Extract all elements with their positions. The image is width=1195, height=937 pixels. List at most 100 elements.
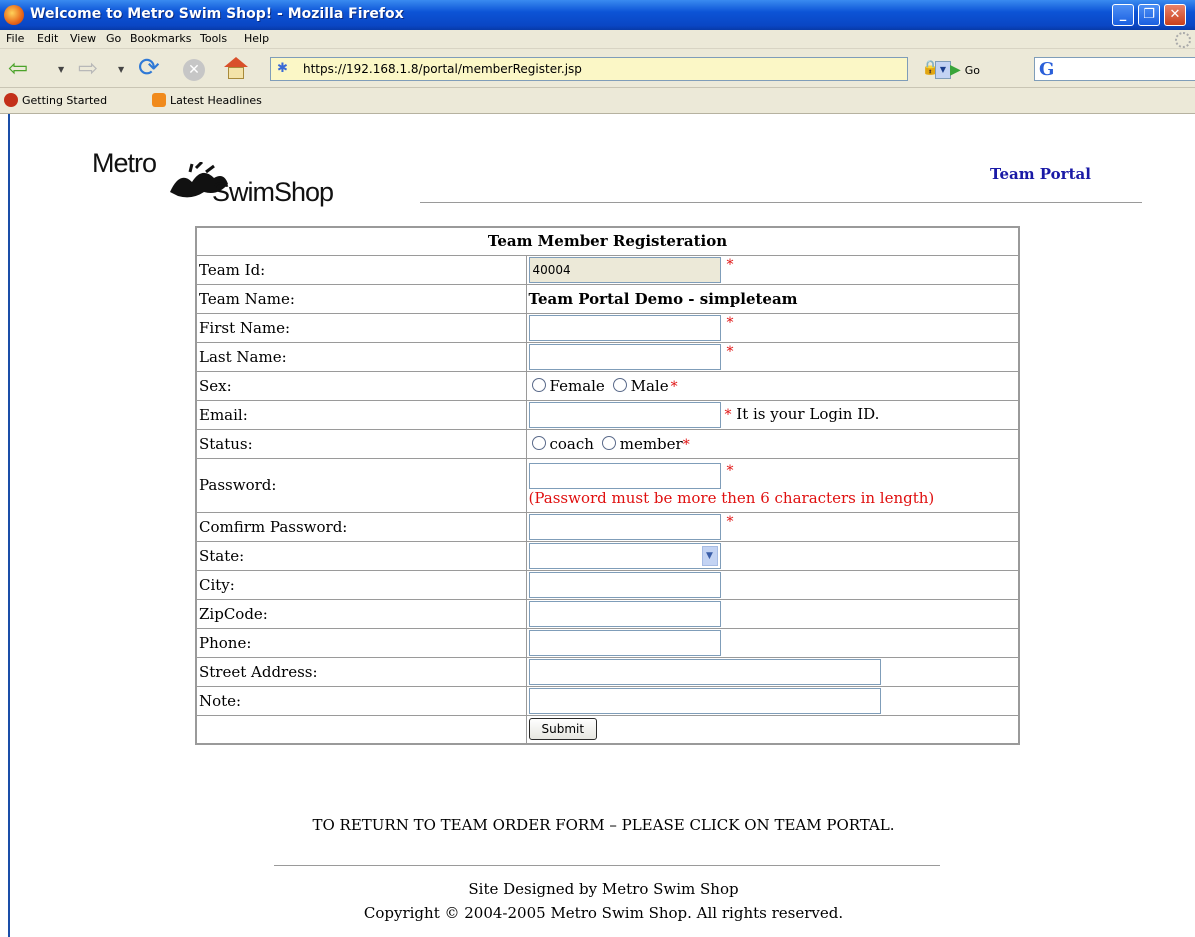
return-instructions: TO RETURN TO TEAM ORDER FORM – PLEASE CL… bbox=[312, 816, 895, 834]
bookmarks-toolbar: Getting Started Latest Headlines bbox=[0, 88, 1195, 114]
close-button[interactable]: ✕ bbox=[1164, 4, 1186, 26]
sex-required-mark: * bbox=[670, 378, 678, 395]
zipcode-input[interactable] bbox=[528, 600, 721, 627]
phone-label: Phone: bbox=[195, 627, 527, 658]
status-label: Status: bbox=[195, 428, 527, 459]
first-name-required-mark: * bbox=[726, 314, 734, 331]
last-name-required-mark: * bbox=[726, 343, 734, 360]
team-name-value: Team Portal Demo - simpleteam bbox=[525, 283, 1020, 314]
address-url[interactable]: https://192.168.1.8/portal/memberRegiste… bbox=[303, 62, 582, 76]
city-label: City: bbox=[195, 569, 527, 600]
password-input[interactable] bbox=[528, 463, 721, 489]
minimize-button[interactable]: _ bbox=[1112, 4, 1134, 26]
email-required-mark: * bbox=[724, 406, 732, 423]
throbber-icon bbox=[1175, 32, 1191, 48]
password-required-mark: * bbox=[726, 463, 734, 479]
confirm-password-required-mark: * bbox=[726, 513, 734, 530]
email-hint: It is your Login ID. bbox=[736, 404, 880, 423]
home-icon[interactable] bbox=[224, 57, 248, 79]
team-id-input bbox=[528, 256, 721, 283]
status-required-mark: * bbox=[682, 436, 690, 453]
bookmark-latest-headlines-label: Latest Headlines bbox=[170, 94, 262, 107]
status-member-radio[interactable] bbox=[601, 435, 616, 450]
google-search-icon: G bbox=[1039, 59, 1055, 80]
sex-label: Sex: bbox=[195, 370, 527, 401]
menu-bookmarks[interactable]: Bookmarks bbox=[130, 32, 191, 45]
bookmark-getting-started-label: Getting Started bbox=[22, 94, 108, 107]
header-divider bbox=[420, 202, 1142, 203]
confirm-password-label: Comfirm Password: bbox=[195, 511, 527, 542]
navigation-toolbar: ⇦ ▼ ⇨ ▼ ⟳ ✕ ✱ https://192.168.1.8/portal… bbox=[0, 49, 1195, 88]
go-arrow-icon: ▶ bbox=[950, 62, 961, 78]
maximize-button[interactable]: ❐ bbox=[1138, 4, 1160, 26]
logo-text-swimshop: SwimShop bbox=[212, 177, 334, 207]
street-address-label: Street Address: bbox=[195, 656, 527, 687]
confirm-password-input[interactable] bbox=[528, 513, 721, 540]
submit-row-spacer bbox=[195, 714, 527, 745]
address-dropdown-icon[interactable]: ▼ bbox=[935, 61, 951, 79]
status-member-label: member bbox=[619, 434, 683, 453]
logo-text-metro: Metro bbox=[92, 148, 157, 178]
team-name-label: Team Name: bbox=[195, 283, 527, 314]
go-label: Go bbox=[964, 64, 981, 77]
menu-bar: File Edit View Go Bookmarks Tools Help bbox=[0, 30, 1195, 49]
back-history-dropdown-icon[interactable]: ▼ bbox=[58, 65, 64, 74]
minimize-icon: _ bbox=[1119, 7, 1127, 22]
city-input[interactable] bbox=[528, 571, 721, 598]
bookmark-getting-started[interactable]: Getting Started bbox=[4, 93, 107, 107]
password-hint: (Password must be more then 6 characters… bbox=[528, 489, 935, 507]
status-coach-radio[interactable] bbox=[531, 435, 546, 450]
bookmark-latest-headlines[interactable]: Latest Headlines bbox=[152, 93, 262, 107]
chevron-down-icon[interactable]: ▼ bbox=[701, 545, 718, 566]
menu-tools[interactable]: Tools bbox=[200, 32, 227, 45]
reload-icon[interactable]: ⟳ bbox=[138, 55, 160, 81]
menu-view[interactable]: View bbox=[70, 32, 96, 45]
forward-history-dropdown-icon[interactable]: ▼ bbox=[118, 65, 124, 74]
form-title: Team Member Registeration bbox=[195, 226, 1020, 256]
firefox-bookmark-icon bbox=[4, 93, 18, 107]
sex-male-label: Male bbox=[630, 376, 669, 395]
sex-female-label: Female bbox=[549, 376, 605, 395]
stop-icon[interactable]: ✕ bbox=[183, 59, 205, 81]
close-icon: ✕ bbox=[1169, 7, 1181, 22]
member-registration-form: Team Member Registeration Team Id: * Tea… bbox=[195, 226, 1020, 745]
firefox-icon bbox=[4, 5, 24, 25]
site-designed-by: Site Designed by Metro Swim Shop bbox=[468, 880, 739, 898]
menu-help[interactable]: Help bbox=[244, 32, 269, 45]
footer-divider bbox=[274, 865, 940, 866]
copyright-notice: Copyright © 2004-2005 Metro Swim Shop. A… bbox=[363, 904, 844, 922]
note-input[interactable] bbox=[528, 687, 881, 714]
menu-file[interactable]: File bbox=[6, 32, 24, 45]
email-label: Email: bbox=[195, 399, 527, 430]
team-id-required-mark: * bbox=[726, 256, 734, 273]
state-label: State: bbox=[195, 540, 527, 571]
browser-window: Welcome to Metro Swim Shop! - Mozilla Fi… bbox=[0, 0, 1195, 937]
zipcode-label: ZipCode: bbox=[195, 598, 527, 629]
status-coach-label: coach bbox=[549, 434, 594, 453]
email-input[interactable] bbox=[528, 401, 721, 428]
sex-male-radio[interactable] bbox=[612, 377, 627, 392]
street-address-input[interactable] bbox=[528, 658, 881, 685]
team-id-label: Team Id: bbox=[195, 254, 527, 285]
note-label: Note: bbox=[195, 685, 527, 716]
metro-swim-shop-logo[interactable]: Metro SwimShop bbox=[82, 148, 412, 238]
forward-arrow-icon[interactable]: ⇨ bbox=[78, 55, 98, 81]
go-button[interactable]: ▶ Go bbox=[950, 62, 980, 78]
last-name-input[interactable] bbox=[528, 343, 721, 370]
submit-button[interactable]: Submit bbox=[528, 718, 598, 741]
first-name-input[interactable] bbox=[528, 314, 721, 341]
menu-edit[interactable]: Edit bbox=[37, 32, 58, 45]
site-identity-icon: ✱ bbox=[277, 61, 288, 76]
address-bar[interactable]: ✱ https://192.168.1.8/portal/memberRegis… bbox=[270, 57, 951, 81]
search-box[interactable]: G bbox=[1034, 57, 1195, 81]
window-title: Welcome to Metro Swim Shop! - Mozilla Fi… bbox=[30, 6, 404, 22]
rss-feed-icon bbox=[152, 93, 166, 107]
phone-input[interactable] bbox=[528, 629, 721, 656]
state-select[interactable]: ▼ bbox=[528, 542, 721, 569]
menu-go[interactable]: Go bbox=[106, 32, 121, 45]
back-arrow-icon[interactable]: ⇦ bbox=[8, 55, 28, 81]
password-label: Password: bbox=[195, 457, 527, 513]
page-content: Metro SwimShop Team Portal Team Member R… bbox=[8, 114, 1195, 937]
sex-female-radio[interactable] bbox=[531, 377, 546, 392]
team-portal-link[interactable]: Team Portal bbox=[990, 165, 1091, 183]
